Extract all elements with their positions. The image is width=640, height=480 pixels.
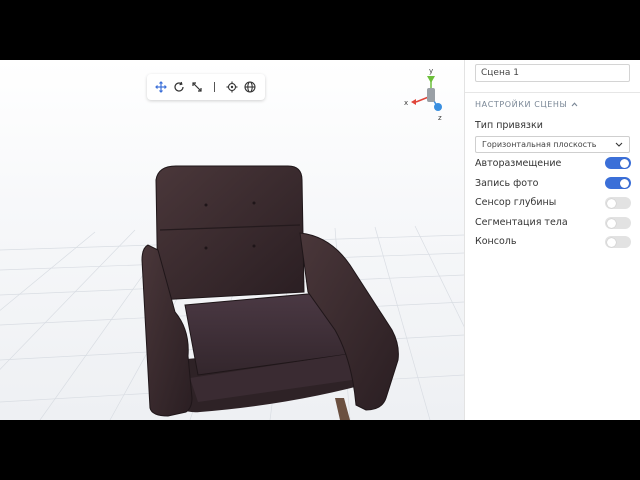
photo-capture-toggle[interactable]: [605, 177, 631, 189]
transform-toolbar: [147, 74, 265, 100]
section-title: НАСТРОЙКИ СЦЕНЫ: [475, 100, 568, 109]
toggle-label-body-segmentation: Сегментация тела: [475, 217, 568, 228]
globe-icon[interactable]: [241, 78, 258, 96]
console-toggle[interactable]: [605, 236, 631, 248]
toolbar-divider: [213, 82, 215, 92]
section-header-scene-settings[interactable]: НАСТРОЙКИ СЦЕНЫ: [475, 100, 578, 109]
scene-settings-panel: Сцена 1 НАСТРОЙКИ СЦЕНЫ Тип привязки Гор…: [464, 60, 640, 420]
anchor-type-label: Тип привязки: [475, 120, 543, 131]
body-segmentation-toggle[interactable]: [605, 217, 631, 229]
gizmo-z-label: z: [438, 114, 442, 122]
toggle-label-depth-sensor: Сенсор глубины: [475, 197, 557, 208]
panel-divider: [465, 92, 640, 93]
depth-sensor-toggle[interactable]: [605, 197, 631, 209]
gizmo-y-label: y: [429, 67, 433, 75]
letterbox-bottom: [0, 420, 640, 480]
letterbox-top: [0, 0, 640, 60]
anchor-type-select[interactable]: Горизонтальная плоскость: [475, 136, 630, 153]
armchair-model: [141, 165, 399, 420]
scale-icon[interactable]: [188, 78, 205, 96]
rotate-icon[interactable]: [171, 78, 188, 96]
scene-name-input[interactable]: Сцена 1: [475, 64, 630, 82]
3d-viewport[interactable]: y x z: [0, 60, 464, 420]
chevron-down-icon: [615, 140, 623, 149]
anchor-type-value: Горизонтальная плоскость: [482, 140, 597, 149]
auto-placement-toggle[interactable]: [605, 157, 631, 169]
chevron-up-icon: [571, 100, 578, 109]
move-icon[interactable]: [153, 78, 170, 96]
toggle-label-console: Консоль: [475, 236, 517, 247]
toggle-label-photo-capture: Запись фото: [475, 178, 539, 189]
scene-canvas[interactable]: [0, 60, 464, 420]
orientation-gizmo[interactable]: y x z: [404, 66, 456, 122]
gizmo-x-label: x: [404, 99, 408, 107]
toggle-label-auto-placement: Авторазмещение: [475, 158, 562, 169]
target-icon[interactable]: [224, 78, 241, 96]
